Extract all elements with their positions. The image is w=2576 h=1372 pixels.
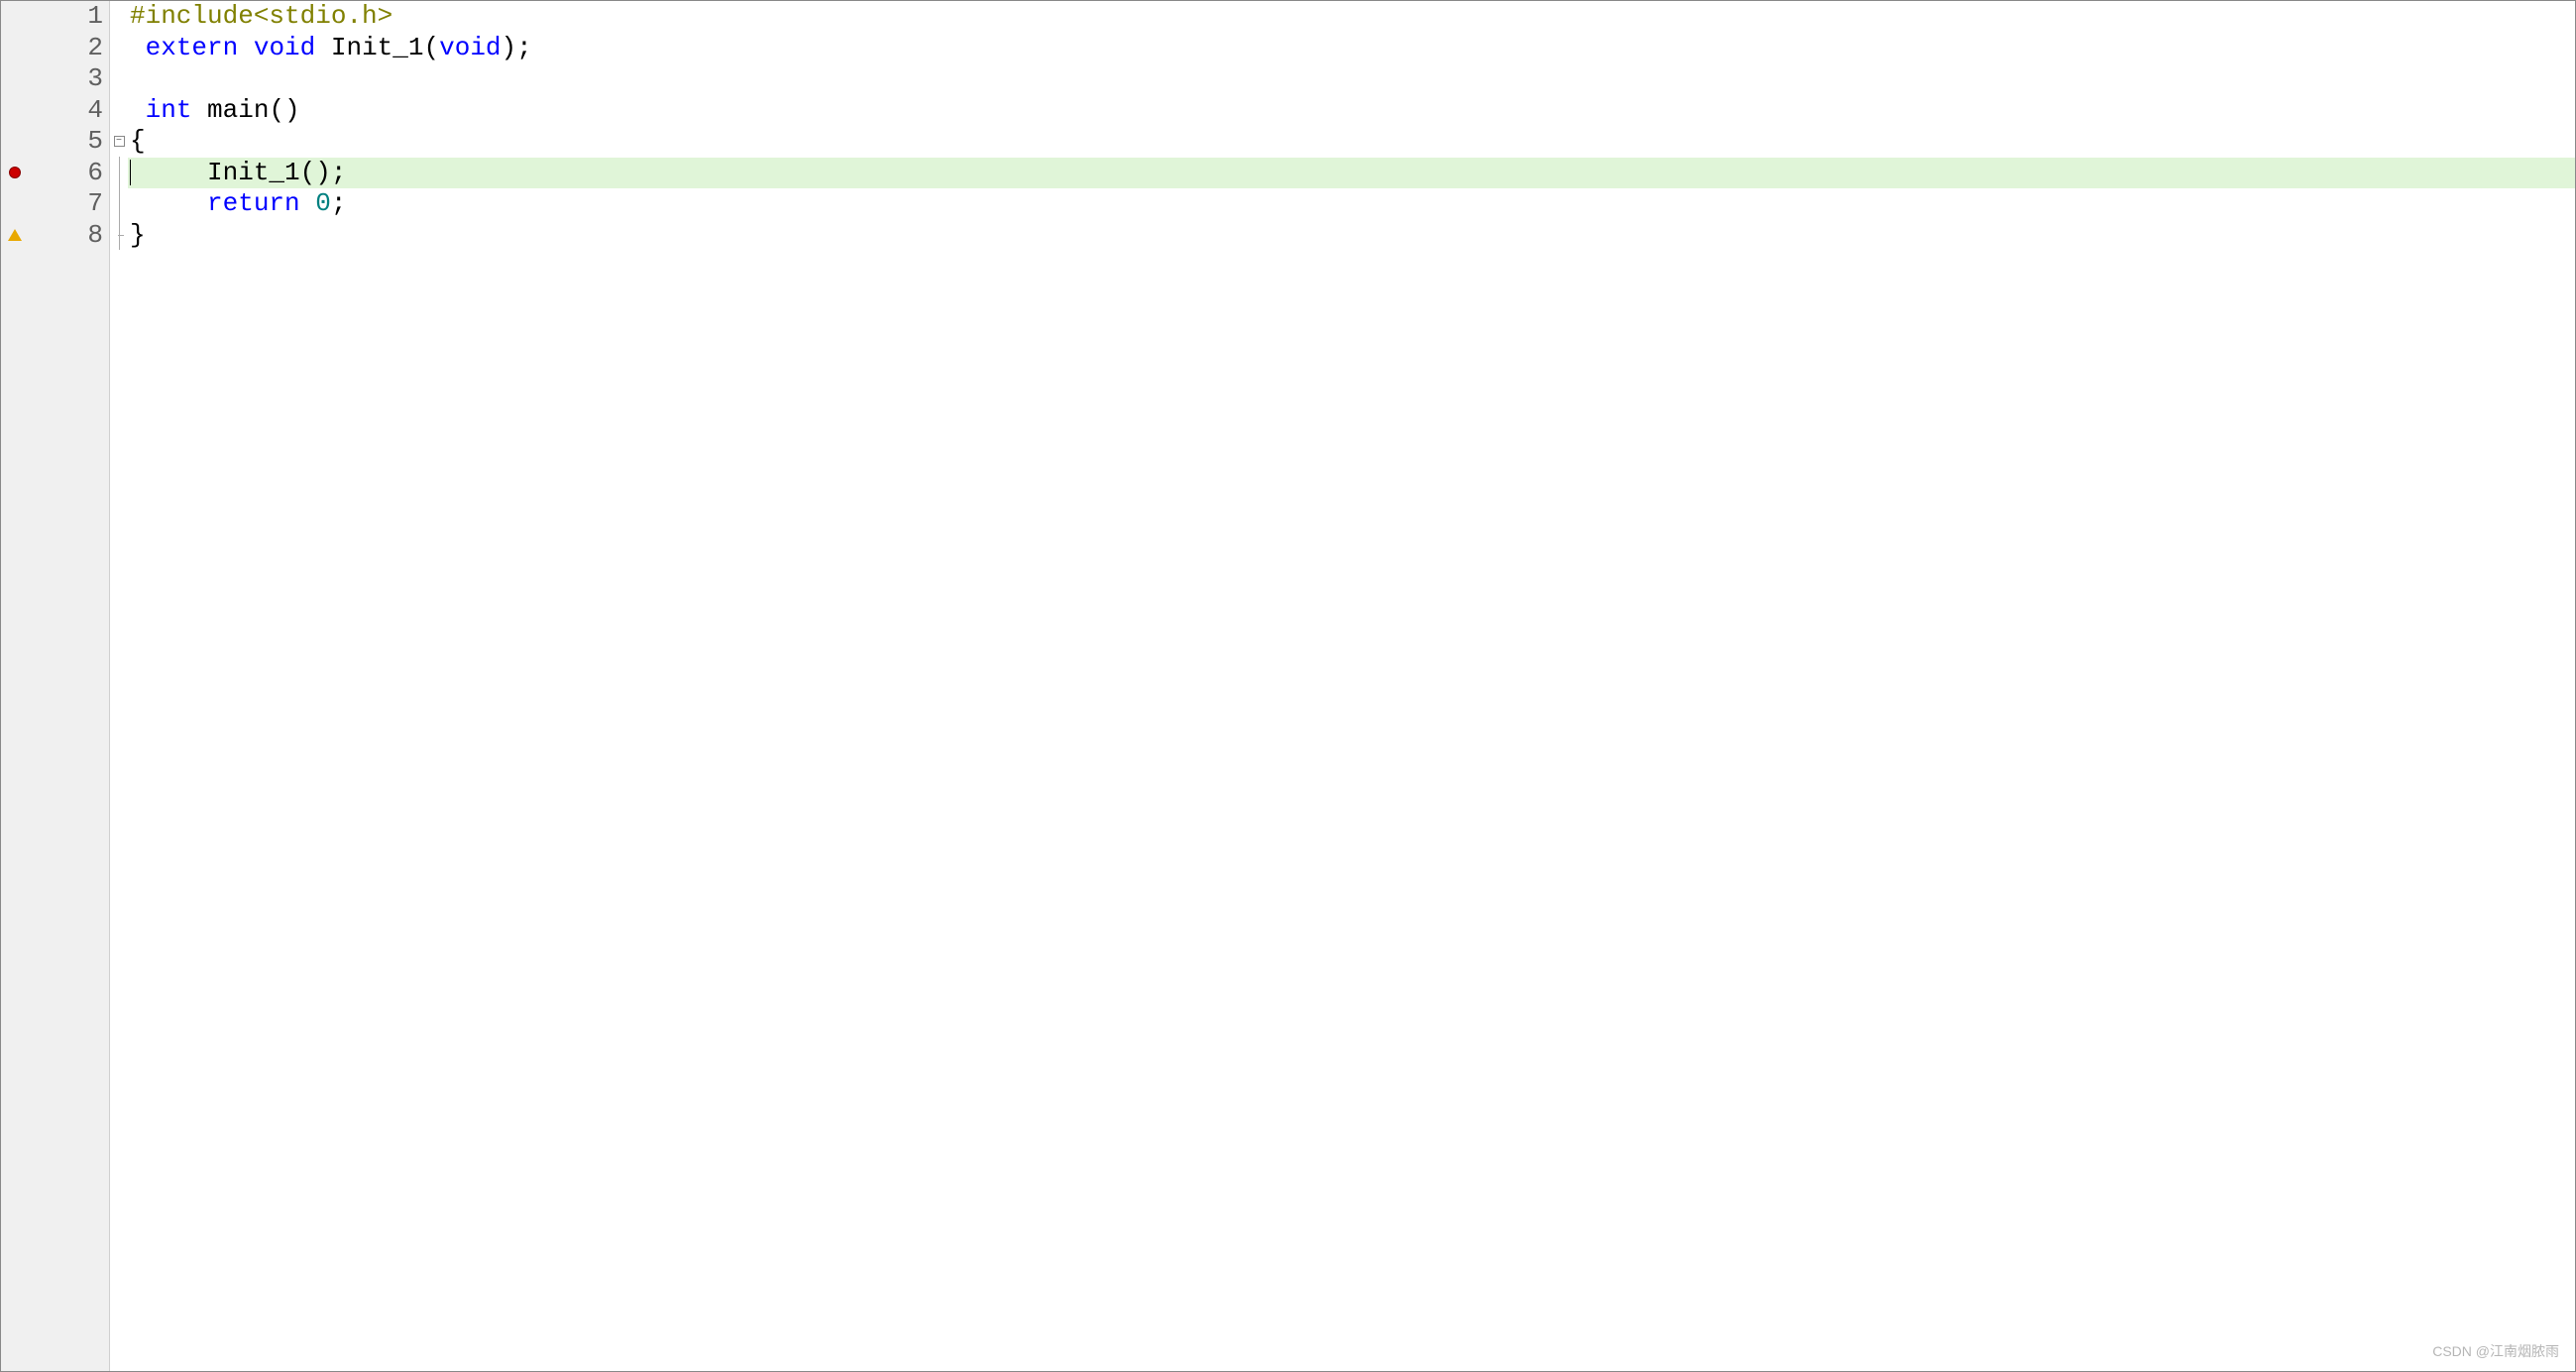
marker-line-8[interactable] [1,220,29,252]
marker-line-2[interactable] [1,33,29,64]
breakpoint-icon[interactable] [9,167,21,178]
warning-icon[interactable] [8,229,22,241]
watermark-text: CSDN @江南烟脓雨 [2432,1341,2559,1361]
code-line-6-current[interactable]: Init_1(); [128,158,2575,189]
line-number: 1 [29,1,103,33]
marker-line-7[interactable] [1,188,29,220]
marker-line-5[interactable] [1,126,29,158]
marker-gutter[interactable] [1,1,29,1371]
code-line-8[interactable]: } [128,220,2575,252]
marker-line-1[interactable] [1,1,29,33]
code-line-1[interactable]: #include<stdio.h> [128,1,2575,33]
code-line-5[interactable]: { [128,126,2575,158]
fold-guide-line [119,157,120,250]
line-number-gutter: 1 2 3 4 5 6 7 8 [29,1,110,1371]
line-number: 8 [29,220,103,252]
code-line-7[interactable]: return 0; [128,188,2575,220]
line-number: 3 [29,63,103,95]
line-number: 2 [29,33,103,64]
line-number: 7 [29,188,103,220]
fold-gutter[interactable]: − [110,1,128,1371]
code-area[interactable]: #include<stdio.h> extern void Init_1(voi… [128,1,2575,1371]
fold-collapse-icon[interactable]: − [114,136,125,147]
code-line-3[interactable] [128,63,2575,95]
code-line-4[interactable]: int main() [128,95,2575,127]
marker-line-4[interactable] [1,95,29,127]
fold-toggle[interactable]: − [110,126,128,158]
line-number: 4 [29,95,103,127]
line-number: 5 [29,126,103,158]
marker-line-6[interactable] [1,158,29,189]
marker-line-3[interactable] [1,63,29,95]
code-editor: 1 2 3 4 5 6 7 8 − #include<stdio.h> exte… [1,1,2575,1371]
line-number: 6 [29,158,103,189]
code-line-2[interactable]: extern void Init_1(void); [128,33,2575,64]
